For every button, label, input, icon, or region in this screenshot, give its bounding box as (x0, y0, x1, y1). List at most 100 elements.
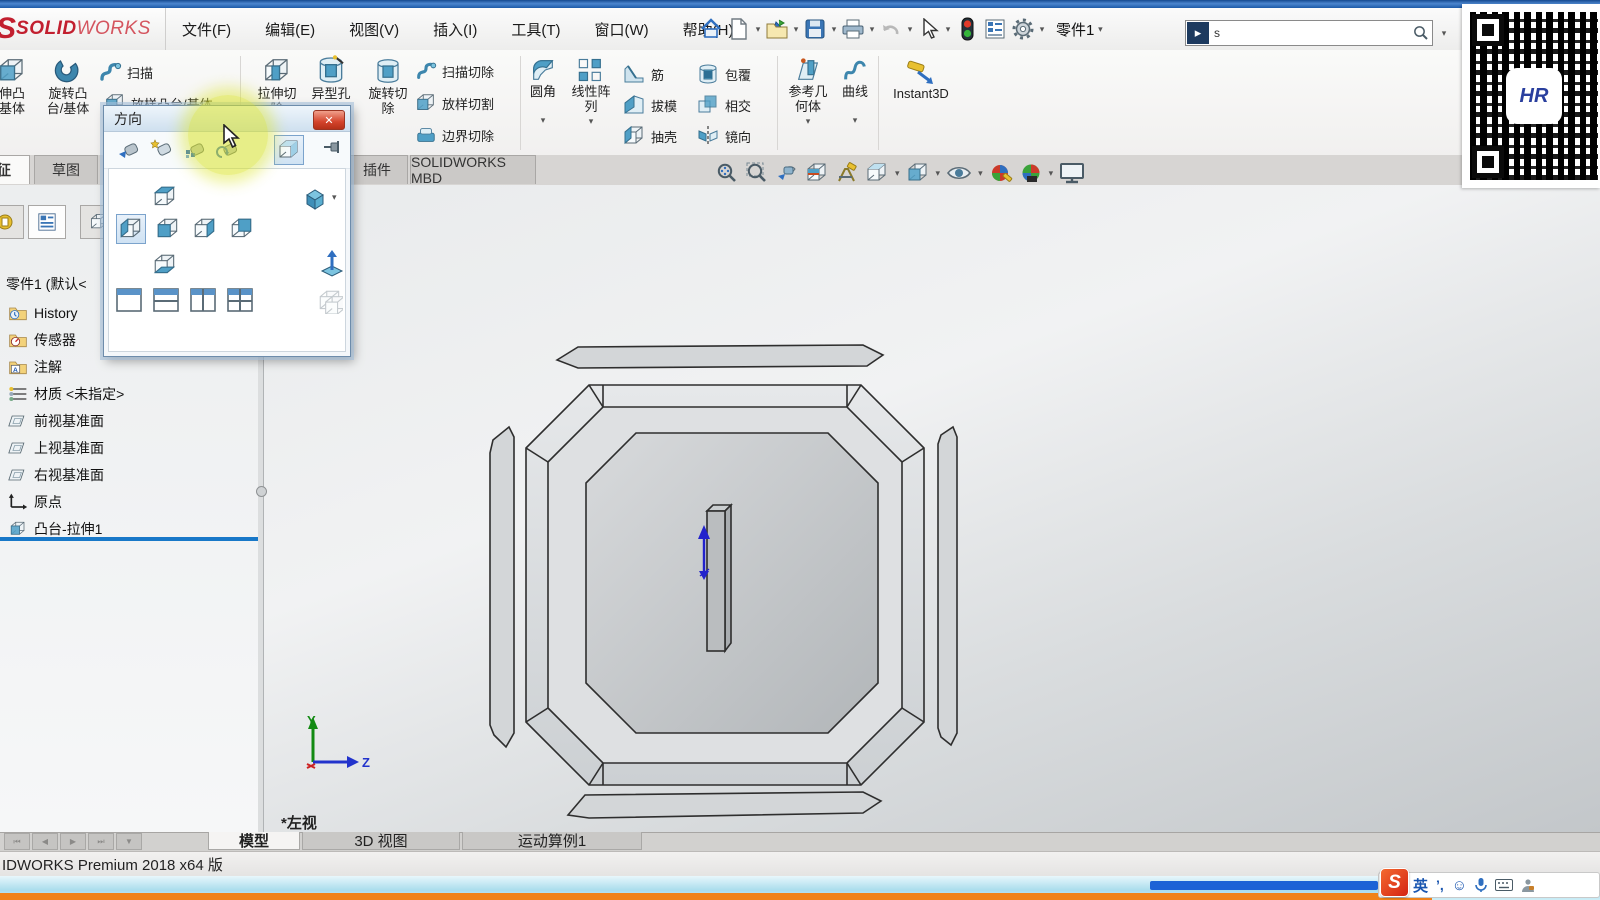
tree-item-origin[interactable]: 原点 (0, 488, 258, 515)
isometric-caret[interactable]: ▾ (332, 192, 337, 203)
tree-item-top-plane[interactable]: 上视基准面 (0, 434, 258, 461)
view-selector-toggle[interactable] (274, 135, 304, 165)
ribbon-revolved-boss-button[interactable]: 旋转凸 台/基体 (36, 56, 100, 116)
normal-to-button[interactable] (317, 248, 347, 278)
search-caret[interactable]: ▾ (1440, 28, 1448, 39)
ime-microphone-icon[interactable] (1475, 877, 1487, 893)
view-settings-icon[interactable] (1059, 161, 1085, 185)
two-view-vertical-button[interactable] (190, 288, 216, 312)
view-orientation-caret[interactable]: ▾ (895, 168, 900, 179)
tab-3d-views[interactable]: 3D 视图 (302, 832, 460, 850)
apply-scene-caret[interactable]: ▾ (1049, 168, 1054, 179)
view-back-button[interactable] (227, 214, 257, 244)
undo-icon[interactable] (878, 16, 904, 42)
tab-scroll-first[interactable]: ⏮ (4, 833, 30, 850)
zoom-fit-icon[interactable] (715, 161, 739, 185)
menu-window[interactable]: 窗口(W) (592, 15, 650, 44)
view-orientation-cube-icon[interactable] (865, 161, 889, 185)
apply-scene-icon[interactable] (1019, 161, 1043, 185)
view-bottom-button[interactable] (150, 250, 180, 280)
view-top-button[interactable] (150, 182, 180, 212)
save-icon[interactable] (802, 16, 828, 42)
ribbon-boundary-cut-button[interactable]: 边界切除 (415, 124, 494, 146)
ribbon-reference-geometry-button[interactable]: 参考几 何体 ▾ (782, 56, 834, 129)
ribbon-shell-button[interactable]: 抽壳 (622, 124, 677, 148)
undo-caret[interactable]: ▾ (906, 24, 914, 35)
tree-item-right-plane[interactable]: 右视基准面 (0, 461, 258, 488)
panel-tab-property-manager[interactable] (0, 205, 24, 239)
tab-features[interactable]: 征 (0, 155, 30, 184)
menu-edit[interactable]: 编辑(E) (263, 15, 317, 44)
view-isometric-button[interactable] (300, 184, 330, 214)
tab-scroll-buttons[interactable]: ⏮ ◀ ▶ ⏭ ▼ (4, 833, 142, 850)
ribbon-swept-boss-button[interactable]: 扫描 (98, 60, 153, 84)
tree-item-front-plane[interactable]: 前视基准面 (0, 407, 258, 434)
ribbon-fillet-button[interactable]: 圆角 ▾ (520, 56, 566, 128)
ribbon-curves-button[interactable]: 曲线 ▾ (834, 56, 876, 128)
new-document-icon[interactable] (726, 16, 752, 42)
sogou-logo[interactable]: S (1380, 868, 1409, 897)
search-box[interactable]: ▸ s (1185, 20, 1433, 46)
hide-show-caret[interactable]: ▾ (978, 168, 983, 179)
ribbon-lofted-cut-button[interactable]: 放样切割 (415, 92, 494, 114)
ribbon-swept-cut-button[interactable]: 扫描切除 (415, 60, 494, 82)
view-left-button[interactable] (116, 214, 146, 244)
search-magnifier-icon[interactable] (1412, 24, 1430, 42)
previous-view-tool-icon[interactable] (117, 137, 141, 161)
ribbon-rib-button[interactable]: 筋 (622, 62, 664, 86)
home-icon[interactable] (698, 16, 724, 42)
new-document-caret[interactable]: ▾ (754, 24, 762, 35)
ribbon-linear-pattern-button[interactable]: 线性阵 列 ▾ (566, 56, 616, 129)
save-caret[interactable]: ▾ (830, 24, 838, 35)
ribbon-hole-wizard-button[interactable]: 异型孔 (302, 54, 360, 101)
ime-keyboard-icon[interactable] (1495, 879, 1513, 891)
ribbon-extruded-boss-button[interactable]: 伸凸 基体 (0, 56, 40, 116)
tab-sketch[interactable]: 草图 (34, 155, 98, 184)
menu-view[interactable]: 视图(V) (347, 15, 401, 44)
two-view-horizontal-button[interactable] (153, 288, 179, 312)
tab-solidworks-mbd[interactable]: SOLIDWORKS MBD (410, 155, 536, 184)
ribbon-draft-button[interactable]: 拔模 (622, 93, 677, 117)
ime-emoji-icon[interactable]: ☺ (1452, 877, 1467, 894)
previous-view-icon[interactable] (775, 161, 799, 185)
open-caret[interactable]: ▾ (792, 24, 800, 35)
model-view[interactable]: Y Z (263, 185, 1600, 832)
tree-item-material[interactable]: 材质 <未指定> (0, 380, 258, 407)
menu-insert[interactable]: 插入(I) (431, 15, 479, 44)
close-icon[interactable]: ✕ (313, 110, 345, 130)
rollback-bar[interactable] (0, 537, 258, 541)
rebuild-traffic-light-icon[interactable] (954, 16, 980, 42)
tree-item-annotations[interactable]: A 注解 (0, 353, 258, 380)
ime-toolbar[interactable]: 英 ’, ☺ (1378, 872, 1600, 898)
pattern-caret[interactable]: ▾ (566, 114, 616, 129)
tab-model[interactable]: 模型 (208, 832, 300, 850)
hide-show-items-icon[interactable] (946, 162, 972, 184)
ime-toolbox-icon[interactable] (1521, 878, 1535, 893)
ribbon-instant3d-toggle[interactable]: Instant3D (886, 60, 956, 101)
ribbon-wrap-button[interactable]: 包覆 (696, 62, 751, 86)
section-view-icon[interactable] (805, 161, 829, 185)
single-view-button[interactable] (116, 288, 142, 312)
ribbon-intersect-button[interactable]: 相交 (696, 93, 751, 117)
open-icon[interactable] (764, 16, 790, 42)
tab-scroll-next[interactable]: ▶ (60, 833, 86, 850)
select-icon[interactable] (916, 16, 942, 42)
ime-punctuation-toggle[interactable]: ’, (1436, 877, 1444, 893)
pin-dialog-icon[interactable] (323, 139, 343, 157)
four-view-button[interactable] (227, 288, 253, 312)
search-input[interactable]: s (1214, 26, 1412, 40)
gear-caret[interactable]: ▾ (1038, 24, 1046, 35)
tab-scroll-menu[interactable]: ▼ (116, 833, 142, 850)
dynamic-annotation-icon[interactable] (835, 161, 859, 185)
display-style-icon[interactable] (906, 161, 930, 185)
select-caret[interactable]: ▾ (944, 24, 952, 35)
ime-language-toggle[interactable]: 英 (1413, 875, 1428, 896)
search-scope-icon[interactable]: ▸ (1187, 22, 1209, 44)
options-list-icon[interactable] (982, 16, 1008, 42)
zoom-area-icon[interactable] (745, 161, 769, 185)
ribbon-revolved-cut-button[interactable]: 旋转切 除 (360, 56, 416, 116)
ribbon-mirror-button[interactable]: 镜向 (696, 124, 751, 148)
refgeo-caret[interactable]: ▾ (782, 114, 834, 129)
view-right-button[interactable] (190, 214, 220, 244)
menu-file[interactable]: 文件(F) (180, 15, 233, 44)
